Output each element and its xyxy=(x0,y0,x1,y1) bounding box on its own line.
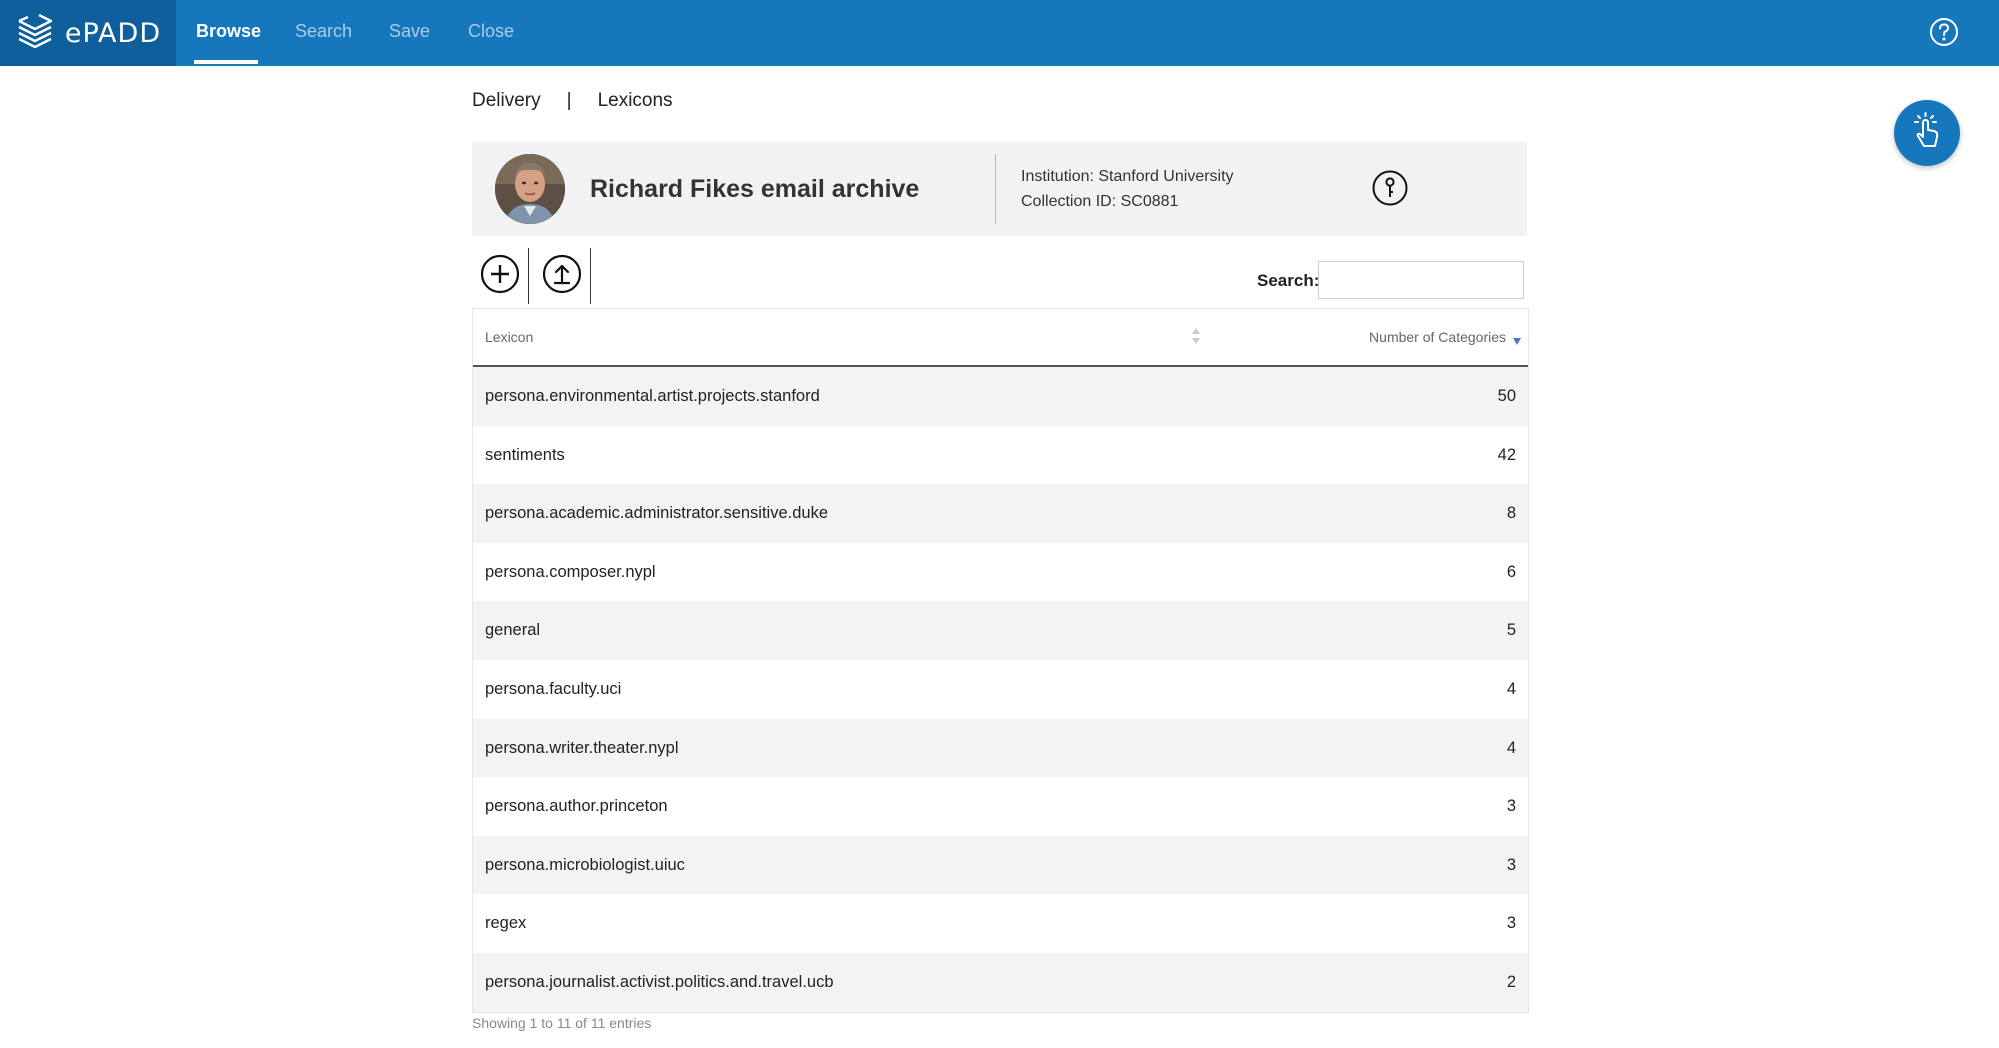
app-logo[interactable]: ePADD xyxy=(0,0,176,66)
category-count: 50 xyxy=(1497,387,1516,405)
tap-gesture-button[interactable] xyxy=(1894,100,1960,166)
table-row[interactable]: regex 3 xyxy=(473,894,1528,953)
breadcrumb-separator: | xyxy=(566,90,572,111)
collection-id-text: Collection ID: SC0881 xyxy=(1021,193,1179,210)
category-count: 8 xyxy=(1506,504,1516,523)
table-row[interactable]: persona.faculty.uci 4 xyxy=(473,659,1528,719)
table-row[interactable]: persona.journalist.activist.politics.and… xyxy=(473,952,1528,1012)
category-count: 3 xyxy=(1506,914,1516,933)
sort-both-icon[interactable] xyxy=(1191,327,1201,348)
nav-close[interactable]: Close xyxy=(468,0,514,66)
nav-save[interactable]: Save xyxy=(389,0,430,66)
category-count: 5 xyxy=(1506,621,1516,640)
category-count: 6 xyxy=(1506,562,1516,581)
info-key-icon[interactable] xyxy=(1372,170,1408,206)
column-header-categories[interactable]: Number of Categories xyxy=(1369,329,1506,345)
archive-title: Richard Fikes email archive xyxy=(590,175,920,203)
breadcrumb-lexicons[interactable]: Lexicons xyxy=(598,90,673,120)
search-label: Search: xyxy=(1257,271,1320,290)
add-circle-icon xyxy=(480,254,520,298)
category-count: 2 xyxy=(1506,972,1516,991)
table-header: Lexicon Number of Categories xyxy=(473,308,1528,367)
lexicon-name[interactable]: persona.environmental.artist.projects.st… xyxy=(485,367,820,425)
lexicon-name[interactable]: persona.microbiologist.uiuc xyxy=(485,836,685,894)
logo-text: ePADD xyxy=(64,17,162,49)
lexicon-name[interactable]: sentiments xyxy=(485,426,565,484)
upload-lexicon-button[interactable] xyxy=(542,254,582,294)
lexicon-name[interactable]: persona.writer.theater.nypl xyxy=(485,719,679,777)
nav-search[interactable]: Search xyxy=(295,0,352,66)
column-header-lexicon[interactable]: Lexicon xyxy=(485,329,533,345)
table-row[interactable]: persona.environmental.artist.projects.st… xyxy=(473,367,1528,426)
lexicon-table: Lexicon Number of Categories persona.env… xyxy=(472,308,1529,1013)
top-nav-bar: ePADD Browse Search Save Close xyxy=(0,0,1999,66)
breadcrumb-delivery[interactable]: Delivery xyxy=(472,90,541,120)
table-row[interactable]: persona.microbiologist.uiuc 3 xyxy=(473,835,1528,895)
tap-gesture-icon xyxy=(1910,111,1944,155)
lexicon-name[interactable]: persona.journalist.activist.politics.and… xyxy=(485,953,834,1011)
lexicon-name[interactable]: persona.faculty.uci xyxy=(485,660,621,718)
sort-desc-icon[interactable] xyxy=(1512,333,1522,349)
add-lexicon-button[interactable] xyxy=(480,254,520,294)
lexicon-name[interactable]: persona.author.princeton xyxy=(485,777,668,835)
nav-active-indicator xyxy=(194,60,258,64)
table-row[interactable]: persona.author.princeton 3 xyxy=(473,777,1528,836)
table-row[interactable]: persona.writer.theater.nypl 4 xyxy=(473,718,1528,778)
nav-browse[interactable]: Browse xyxy=(196,0,261,66)
lexicon-name[interactable]: regex xyxy=(485,894,526,952)
toolbar-separator xyxy=(590,248,591,304)
institution-text: Institution: Stanford University xyxy=(1021,168,1234,185)
category-count: 4 xyxy=(1506,738,1516,757)
table-row[interactable]: general 5 xyxy=(473,601,1528,660)
upload-circle-icon xyxy=(542,254,582,298)
layers-logo-icon xyxy=(15,13,55,53)
archive-meta: Institution: Stanford University Collect… xyxy=(1021,164,1234,214)
help-circle-icon[interactable] xyxy=(1929,17,1959,47)
avatar xyxy=(495,154,565,224)
category-count: 3 xyxy=(1506,797,1516,816)
archive-header-card: Richard Fikes email archive Institution:… xyxy=(472,142,1527,236)
lexicon-name[interactable]: general xyxy=(485,601,540,659)
category-count: 4 xyxy=(1506,679,1516,698)
card-divider xyxy=(995,154,996,224)
search-input[interactable] xyxy=(1318,261,1524,299)
breadcrumb: Delivery | Lexicons xyxy=(472,90,673,120)
table-body: persona.environmental.artist.projects.st… xyxy=(473,367,1528,1012)
table-row[interactable]: persona.composer.nypl 6 xyxy=(473,542,1528,602)
table-row[interactable]: sentiments 42 xyxy=(473,425,1528,485)
category-count: 42 xyxy=(1497,445,1516,464)
category-count: 3 xyxy=(1506,855,1516,874)
lexicon-name[interactable]: persona.composer.nypl xyxy=(485,543,656,601)
table-row[interactable]: persona.academic.administrator.sensitive… xyxy=(473,484,1528,543)
table-info: Showing 1 to 11 of 11 entries xyxy=(472,1015,652,1031)
toolbar-separator xyxy=(528,248,529,304)
lexicon-name[interactable]: persona.academic.administrator.sensitive… xyxy=(485,484,828,542)
